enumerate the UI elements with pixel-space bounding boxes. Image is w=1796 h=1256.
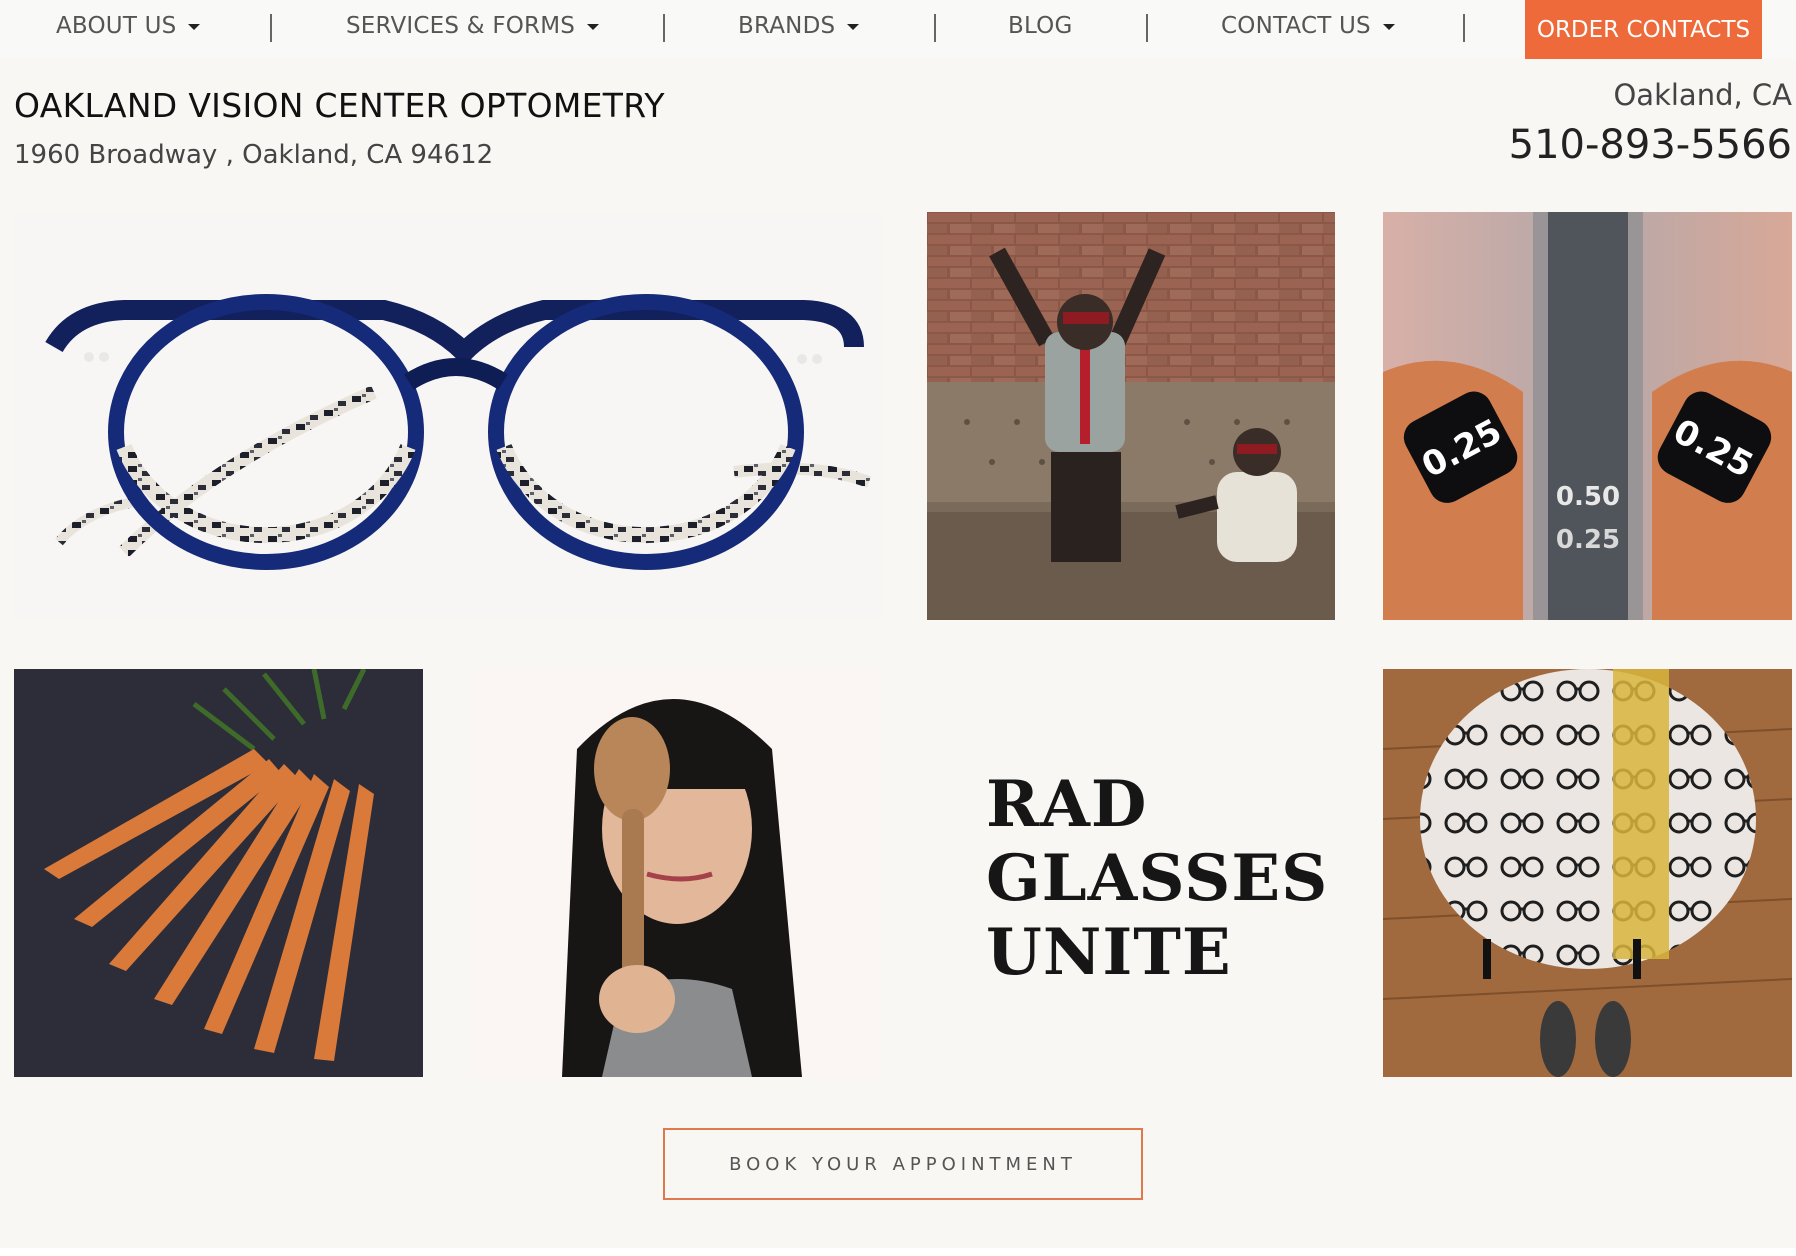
nav-contact-us[interactable]: CONTACT US bbox=[1221, 13, 1395, 39]
nav-brands-label: BRANDS bbox=[738, 13, 836, 39]
phone-number-link[interactable]: 510-893-5566 bbox=[1509, 122, 1792, 168]
nav-contact-us-label: CONTACT US bbox=[1221, 13, 1371, 39]
footer-strip bbox=[0, 1248, 1796, 1256]
chart-label-upper: 0.50 bbox=[1556, 482, 1620, 512]
woman-wooden-spoon-photo[interactable] bbox=[472, 669, 880, 1077]
nav-about-us-label: ABOUT US bbox=[56, 13, 177, 39]
nav-separator bbox=[663, 14, 665, 42]
nav-separator bbox=[1146, 14, 1148, 42]
order-contacts-button[interactable]: ORDER CONTACTS bbox=[1525, 0, 1762, 59]
tagline-text: RAD GLASSES UNITE bbox=[986, 768, 1328, 990]
nav-services-forms[interactable]: SERVICES & FORMS bbox=[346, 13, 600, 39]
business-city: Oakland, CA bbox=[1613, 78, 1792, 112]
nav-separator bbox=[270, 14, 272, 42]
nav-brands[interactable]: BRANDS bbox=[738, 13, 860, 39]
caret-down-icon bbox=[587, 24, 600, 30]
tagline-line: RAD bbox=[986, 767, 1148, 842]
chimps-3d-glasses-photo[interactable] bbox=[927, 212, 1335, 620]
tagline-line: GLASSES bbox=[986, 841, 1329, 916]
carrots-photo[interactable] bbox=[14, 669, 423, 1077]
caret-down-icon bbox=[847, 24, 860, 30]
top-navigation: ABOUT US SERVICES & FORMS BRANDS BLOG CO… bbox=[0, 0, 1796, 59]
chart-label-lower: 0.25 bbox=[1556, 525, 1620, 555]
nav-blog[interactable]: BLOG bbox=[1008, 13, 1073, 39]
phoropter-lenses-photo[interactable]: 0.25 0.25 0.50 0.25 bbox=[1383, 212, 1792, 620]
nav-blog-label: BLOG bbox=[1008, 13, 1073, 39]
blue-tortoise-glasses-photo[interactable] bbox=[14, 212, 881, 620]
business-name: OAKLAND VISION CENTER OPTOMETRY bbox=[14, 86, 665, 125]
caret-down-icon bbox=[1382, 24, 1395, 30]
tagline-line: UNITE bbox=[986, 915, 1232, 990]
business-address: 1960 Broadway , Oakland, CA 94612 bbox=[14, 140, 494, 170]
book-appointment-button[interactable]: BOOK YOUR APPOINTMENT bbox=[663, 1128, 1143, 1200]
nav-separator bbox=[934, 14, 936, 42]
nav-about-us[interactable]: ABOUT US bbox=[56, 13, 201, 39]
nav-services-forms-label: SERVICES & FORMS bbox=[346, 13, 576, 39]
glasses-print-stool-photo[interactable] bbox=[1383, 669, 1792, 1077]
nav-separator bbox=[1463, 14, 1465, 42]
caret-down-icon bbox=[188, 24, 201, 30]
